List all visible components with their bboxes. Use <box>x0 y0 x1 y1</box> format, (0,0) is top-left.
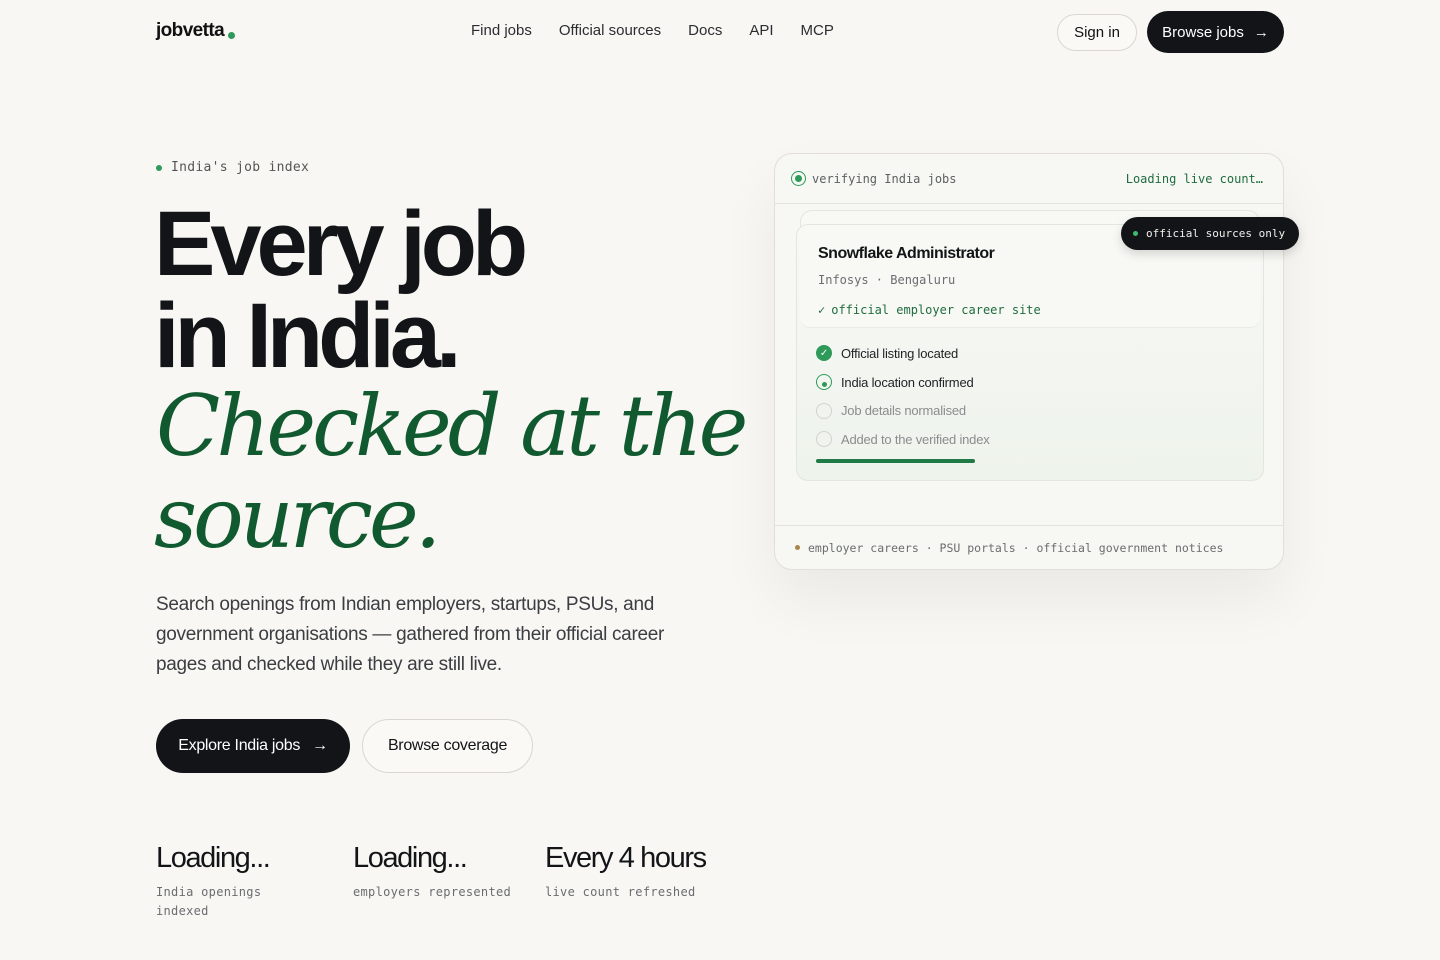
explore-label: Explore India jobs <box>178 737 301 754</box>
browse-coverage-label: Browse coverage <box>387 737 508 754</box>
explore-india-jobs-button[interactable]: Explore India jobs → <box>156 719 350 773</box>
live-count-text: Loading live count… <box>1125 171 1263 186</box>
hero-eyebrow: India's job index <box>156 160 309 175</box>
nav-mcp[interactable]: MCP <box>801 22 834 39</box>
nav-find-jobs[interactable]: Find jobs <box>471 22 532 39</box>
job-source: ✓ official employer career site <box>818 303 1041 317</box>
in-progress-icon <box>816 374 832 391</box>
headline-line-2: in India. <box>154 285 462 387</box>
radio-ring-icon <box>791 171 806 186</box>
sign-in-button[interactable]: Sign in <box>1057 14 1137 51</box>
step-label: Job details normalised <box>841 403 966 419</box>
panel-footer: employer careers · PSU portals · officia… <box>775 525 1283 569</box>
step-added-to-index: Added to the verified index <box>816 425 990 454</box>
status-dot-icon <box>1133 231 1138 236</box>
step-official-listing: ✓ Official listing located <box>816 339 990 368</box>
stat-label: India openings indexed <box>156 885 262 918</box>
logo-dot-icon <box>228 32 236 39</box>
check-icon: ✓ <box>818 303 826 317</box>
hero-description: Search openings from Indian employers, s… <box>156 594 665 675</box>
browse-coverage-button[interactable]: Browse coverage <box>362 719 533 773</box>
job-title: Snowflake Administrator <box>818 245 995 262</box>
stat-value: Loading... <box>353 842 468 874</box>
sources-text: employer careers · PSU portals · officia… <box>808 540 1224 555</box>
pending-circle-icon <box>816 402 832 419</box>
logo-text[interactable]: jobvetta <box>156 20 225 42</box>
stat-value: Loading... <box>156 842 271 874</box>
verification-steps: ✓ Official listing located India locatio… <box>816 339 990 454</box>
stat-employers: Loading... employers represented <box>353 842 533 902</box>
step-details-normalised: Job details normalised <box>816 396 990 425</box>
step-label: Official listing located <box>841 345 959 361</box>
stat-value: Every 4 hours <box>545 842 707 874</box>
verification-panel: verifying India jobs Loading live count…… <box>774 153 1299 570</box>
source-dot-icon <box>795 545 800 550</box>
badge-text: official sources only <box>1146 227 1286 240</box>
headline-line-1: Every job <box>154 193 528 295</box>
main-nav: Find jobs Official sources Docs API MCP <box>471 22 834 39</box>
job-company-location: Infosys · Bengaluru <box>818 273 956 287</box>
nav-api[interactable]: API <box>749 22 773 39</box>
panel-status: verifying India jobs <box>791 171 957 186</box>
top-navigation: jobvetta Find jobs Official sources Docs… <box>0 0 1440 64</box>
step-label: India location confirmed <box>841 374 974 390</box>
panel-header: verifying India jobs Loading live count… <box>775 154 1283 204</box>
stat-openings: Loading... India openings indexed <box>156 842 306 921</box>
job-verification-card: Snowflake Administrator Infosys · Bengal… <box>796 224 1264 481</box>
sign-in-label: Sign in <box>1074 24 1120 41</box>
nav-official-sources[interactable]: Official sources <box>559 22 661 39</box>
official-sources-badge: official sources only <box>1121 217 1299 250</box>
arrow-right-icon: → <box>1253 23 1269 41</box>
verification-progress-bar <box>816 459 975 463</box>
stat-refresh: Every 4 hours live count refreshed <box>545 842 735 902</box>
job-source-text: official employer career site <box>831 303 1041 317</box>
stat-label: live count refreshed <box>545 885 696 899</box>
eyebrow-text: India's job index <box>171 160 310 175</box>
browse-jobs-button[interactable]: Browse jobs → <box>1147 11 1284 53</box>
stat-label: employers represented <box>353 885 512 899</box>
step-label: Added to the verified index <box>841 431 990 447</box>
check-circle-icon: ✓ <box>816 345 832 362</box>
headline-line-4: source. <box>154 469 441 567</box>
logo[interactable]: jobvetta <box>156 20 236 42</box>
status-dot-icon <box>156 164 162 171</box>
browse-jobs-label: Browse jobs <box>1162 23 1244 41</box>
pending-circle-icon <box>816 431 832 448</box>
nav-docs[interactable]: Docs <box>688 22 722 39</box>
panel-status-text: verifying India jobs <box>812 171 957 186</box>
headline-line-3: Checked at the <box>156 377 748 475</box>
step-location-confirmed: India location confirmed <box>816 368 990 397</box>
arrow-right-icon: → <box>312 737 328 754</box>
